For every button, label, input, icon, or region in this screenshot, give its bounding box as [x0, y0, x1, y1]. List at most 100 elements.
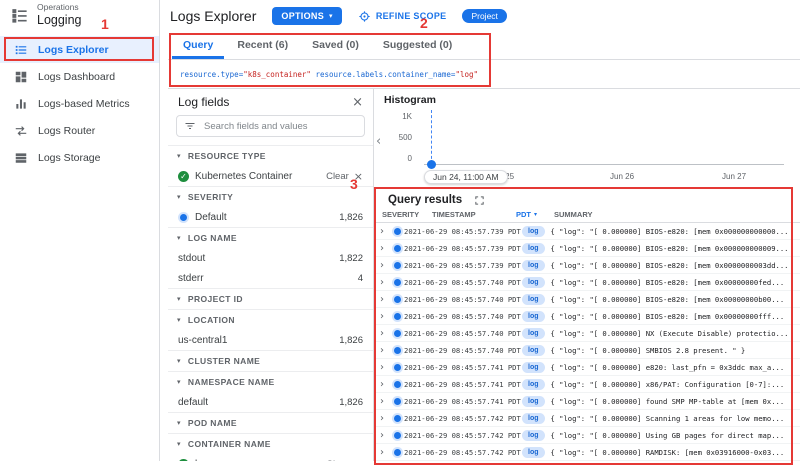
refine-scope-button[interactable]: REFINE SCOPE — [358, 10, 447, 23]
expand-chevron-icon[interactable]: › — [374, 294, 390, 305]
log-entry-row[interactable]: ›2021-06-29 08:45:57.739 PDTlog{ "log": … — [374, 257, 800, 274]
log-field-item-default[interactable]: Default1,826 — [168, 207, 373, 227]
section-header-log-name[interactable]: ▾LOG NAME — [168, 228, 373, 248]
log-entry-row[interactable]: ›2021-06-29 08:45:57.740 PDTlog{ "log": … — [374, 325, 800, 342]
log-field-item-stdout[interactable]: stdout1,822 — [168, 248, 373, 268]
section-name: RESOURCE TYPE — [188, 151, 266, 161]
log-entry-row[interactable]: ›2021-06-29 08:45:57.740 PDTlog{ "log": … — [374, 342, 800, 359]
search-input[interactable] — [202, 120, 357, 133]
log-name-badge[interactable]: log — [522, 362, 545, 373]
annotation-label-1: 1 — [101, 16, 109, 32]
expand-chevron-icon[interactable]: › — [374, 379, 390, 390]
expand-icon[interactable] — [474, 195, 485, 206]
log-field-item-log[interactable]: ✓logClear× — [168, 454, 373, 461]
expand-chevron-icon[interactable]: › — [374, 396, 390, 407]
expand-chevron-icon[interactable]: › — [374, 243, 390, 254]
log-entry-row[interactable]: ›2021-06-29 08:45:57.742 PDTlog{ "log": … — [374, 444, 800, 461]
timezone-dropdown[interactable]: PDT ▾ — [516, 210, 554, 219]
tab-query[interactable]: Query — [172, 32, 224, 59]
expand-chevron-icon[interactable]: › — [374, 345, 390, 356]
log-field-item-stderr[interactable]: stderr4 — [168, 268, 373, 288]
column-severity: SEVERITY — [382, 210, 432, 219]
log-entry-row[interactable]: ›2021-06-29 08:45:57.741 PDTlog{ "log": … — [374, 376, 800, 393]
sidebar-item-logs-router[interactable]: Logs Router — [0, 117, 159, 144]
expand-chevron-icon[interactable]: › — [374, 328, 390, 339]
log-name-badge[interactable]: log — [522, 430, 545, 441]
log-name-badge[interactable]: log — [522, 413, 545, 424]
column-timestamp: TIMESTAMP — [432, 210, 516, 219]
section-header-cluster-name[interactable]: ▾CLUSTER NAME — [168, 351, 373, 371]
expand-chevron-icon[interactable]: › — [374, 447, 390, 458]
close-icon[interactable]: × — [352, 96, 363, 109]
log-name-badge[interactable]: log — [522, 294, 545, 305]
expand-chevron-icon[interactable]: › — [374, 413, 390, 424]
filter-icon — [184, 120, 196, 132]
log-name-badge[interactable]: log — [522, 260, 545, 271]
log-name-badge[interactable]: log — [522, 226, 545, 237]
expand-chevron-icon[interactable]: › — [374, 311, 390, 322]
log-field-item-default[interactable]: default1,826 — [168, 392, 373, 412]
field-value-label: default — [178, 397, 208, 408]
section-name: NAMESPACE NAME — [188, 377, 275, 387]
sidebar-item-logs-dashboard[interactable]: Logs Dashboard — [0, 63, 159, 90]
log-name-badge[interactable]: log — [522, 447, 545, 458]
severity-default-icon — [394, 415, 401, 422]
expand-chevron-icon[interactable]: › — [374, 226, 390, 237]
severity-cell — [390, 449, 404, 456]
expand-chevron-icon[interactable]: › — [374, 362, 390, 373]
log-entry-row[interactable]: ›2021-06-29 08:45:57.740 PDTlog{ "log": … — [374, 308, 800, 325]
expand-chevron-icon[interactable]: › — [374, 277, 390, 288]
log-fields-search[interactable] — [176, 115, 365, 137]
log-entry-row[interactable]: ›2021-06-29 08:45:57.742 PDTlog{ "log": … — [374, 410, 800, 427]
time-marker-dot[interactable] — [427, 160, 436, 169]
log-fields-section-container-name: ▾CONTAINER NAME✓logClear× — [168, 433, 373, 461]
options-button-label: OPTIONS — [281, 11, 324, 21]
chevron-down-icon: ▾ — [177, 193, 181, 201]
section-header-pod-name[interactable]: ▾POD NAME — [168, 413, 373, 433]
sidebar-item-label: Logs Dashboard — [38, 71, 115, 83]
options-button[interactable]: OPTIONS ▾ — [272, 7, 341, 25]
log-name-badge[interactable]: log — [522, 277, 545, 288]
section-header-resource-type[interactable]: ▾RESOURCE TYPE — [168, 146, 373, 166]
section-header-severity[interactable]: ▾SEVERITY — [168, 187, 373, 207]
expand-chevron-icon[interactable]: › — [374, 430, 390, 441]
log-name-badge[interactable]: log — [522, 311, 545, 322]
log-field-item-kubernetes-container[interactable]: ✓Kubernetes ContainerClear× — [168, 166, 373, 186]
log-name-badge[interactable]: log — [522, 379, 545, 390]
section-header-container-name[interactable]: ▾CONTAINER NAME — [168, 434, 373, 454]
chevron-left-icon[interactable]: ‹ — [376, 134, 381, 149]
log-entry-row[interactable]: ›2021-06-29 08:45:57.741 PDTlog{ "log": … — [374, 359, 800, 376]
log-name-badge[interactable]: log — [522, 396, 545, 407]
chevron-down-icon: ▾ — [177, 316, 181, 324]
project-scope-badge[interactable]: Project — [462, 9, 506, 23]
log-entry-row[interactable]: ›2021-06-29 08:45:57.742 PDTlog{ "log": … — [374, 427, 800, 444]
sidebar-item-logs-storage[interactable]: Logs Storage — [0, 144, 159, 171]
severity-default-icon — [394, 279, 401, 286]
section-header-location[interactable]: ▾LOCATION — [168, 310, 373, 330]
log-summary: { "log": "[ 0.000000] Scanning 1 areas f… — [551, 414, 800, 423]
severity-default-icon — [394, 347, 401, 354]
sidebar-item-logs-based-metrics[interactable]: Logs-based Metrics — [0, 90, 159, 117]
log-field-item-us-central1[interactable]: us-central11,826 — [168, 330, 373, 350]
severity-default-icon — [394, 313, 401, 320]
severity-cell — [390, 381, 404, 388]
log-entry-row[interactable]: ›2021-06-29 08:45:57.740 PDTlog{ "log": … — [374, 274, 800, 291]
histogram-and-results: Histogram ‹ 1K5000 Jun 24, 11:00 AM Jun … — [374, 89, 800, 461]
tab-saved-0[interactable]: Saved (0) — [301, 32, 370, 59]
log-timestamp: 2021-06-29 08:45:57.742 PDT — [404, 448, 522, 457]
expand-chevron-icon[interactable]: › — [374, 260, 390, 271]
log-name-badge[interactable]: log — [522, 328, 545, 339]
log-entry-row[interactable]: ›2021-06-29 08:45:57.741 PDTlog{ "log": … — [374, 393, 800, 410]
section-header-namespace-name[interactable]: ▾NAMESPACE NAME — [168, 372, 373, 392]
log-name-badge[interactable]: log — [522, 345, 545, 356]
section-header-project-id[interactable]: ▾PROJECT ID — [168, 289, 373, 309]
log-name-badge[interactable]: log — [522, 243, 545, 254]
tab-suggested-0[interactable]: Suggested (0) — [372, 32, 463, 59]
log-entry-row[interactable]: ›2021-06-29 08:45:57.739 PDTlog{ "log": … — [374, 223, 800, 240]
log-entry-row[interactable]: ›2021-06-29 08:45:57.739 PDTlog{ "log": … — [374, 240, 800, 257]
time-marker-pill[interactable]: Jun 24, 11:00 AM — [424, 170, 508, 184]
query-editor[interactable]: resource.type="k8s_container" resource.l… — [168, 60, 800, 88]
log-entry-row[interactable]: ›2021-06-29 08:45:57.740 PDTlog{ "log": … — [374, 291, 800, 308]
tab-recent-6[interactable]: Recent (6) — [226, 32, 299, 59]
sidebar-item-logs-explorer[interactable]: Logs Explorer — [0, 36, 159, 63]
